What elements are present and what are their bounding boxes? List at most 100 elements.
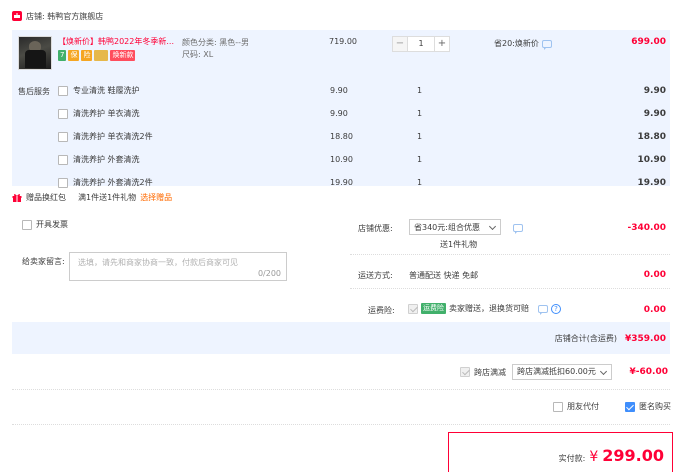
payment-amount: 299.00 [602,446,664,465]
after-sales-checkbox[interactable] [58,131,68,142]
gift-icon [12,193,22,202]
chevron-down-icon [599,367,608,376]
divider [350,288,670,289]
insurance-checkbox[interactable] [408,303,418,314]
gift-row: 赠品换红包 满1件送1件礼物 选择赠品 [12,192,172,203]
product-thumbnail[interactable] [18,36,52,70]
after-sales-price: 10.90 [330,155,353,164]
after-sales-price: 9.90 [330,109,348,118]
chevron-down-icon [488,222,497,231]
after-sales-option[interactable]: 清洗养护 单衣清洗2件 [58,131,153,142]
shop-discount-amount: -340.00 [627,223,666,233]
message-placeholder: 选填，请先和商家协商一致，付款后商家可见 [78,258,238,267]
guarantee-badge: 保 [68,50,80,61]
gift-text: 满1件送1件礼物 [78,193,137,202]
invoice-option[interactable]: 开具发票 [22,219,68,230]
cross-discount-checkbox[interactable] [460,367,470,377]
after-sales-option[interactable]: 清洗养护 单衣清洗 [58,108,140,119]
savings-text: 省20:焕新价 [494,38,552,50]
payment-box: 实付款: ¥ 299.00 [448,432,673,472]
after-sales-checkbox[interactable] [58,177,68,188]
cross-discount-label: 跨店满减 [474,367,506,377]
after-sales-name: 清洗养护 单衣清洗 [73,109,140,118]
after-sales-qty: 1 [417,132,423,141]
insurance-label: 运费险: [368,306,395,315]
anonymous-checkbox[interactable] [625,401,635,412]
after-sales-qty: 1 [417,109,423,118]
quantity-stepper: − 1 + [392,36,450,52]
after-sales-name: 清洗养护 单衣清洗2件 [73,132,153,141]
insurance-text: 卖家赠送，退换货可赔 [449,304,529,313]
decrease-button[interactable]: − [392,36,408,52]
after-sales-total: 19.90 [637,178,666,188]
chat-icon[interactable] [541,39,552,50]
product-title[interactable]: 【焕新价】韩鸭2022年冬季新... [58,36,178,47]
shipping-label: 运送方式: [358,271,393,280]
after-sales-option[interactable]: 专业清洗 鞋履洗护 [58,85,140,96]
message-label: 给卖家留言: [22,257,65,266]
increase-button[interactable]: + [434,36,450,52]
message-textarea[interactable]: 选填，请先和商家协商一致，付款后商家可见 0/200 [69,252,287,281]
after-sales-name: 清洗养护 外套清洗2件 [73,178,153,187]
insurance-badge: 运费险 [421,303,446,314]
gift-label: 赠品换红包 [26,193,66,202]
after-sales-total: 10.90 [637,155,666,165]
help-icon[interactable]: ? [551,303,561,314]
after-sales-qty: 1 [417,178,423,187]
shipping-amount: 0.00 [643,270,666,280]
after-sales-price: 19.90 [330,178,353,187]
cross-discount-value: 跨店满减抵扣60.00元 [517,367,596,376]
item-total: 699.00 [631,37,666,47]
after-sales-checkbox[interactable] [58,154,68,165]
shipping-method: 普通配送 快递 免邮 [409,271,479,280]
product-spec-size: 尺码: XL [182,50,214,59]
cross-discount-row: 跨店满减 跨店满减抵扣60.00元 [460,364,612,380]
savings-label: 省20:焕新价 [494,39,539,48]
after-sales-total: 18.80 [637,132,666,142]
promo-tag: 【焕新价】 [58,37,98,46]
divider [12,389,670,390]
cross-discount-select[interactable]: 跨店满减抵扣60.00元 [512,364,612,380]
after-sales-label: 售后服务 [18,87,50,96]
shop-header: 店铺: 韩鸭官方旗舰店 [12,8,103,24]
choose-gift-link[interactable]: 选择赠品 [140,192,172,203]
shop-total-label: 店铺合计(含运费) [554,334,617,343]
quantity-input[interactable]: 1 [408,36,434,52]
shop-name[interactable]: 店铺: 韩鸭官方旗舰店 [26,11,103,22]
cross-discount-amount: ¥-60.00 [629,367,668,377]
payment-row: 实付款: ¥ 299.00 [559,446,664,465]
after-sales-total: 9.90 [643,109,666,119]
after-sales-total: 9.90 [643,86,666,96]
invoice-checkbox[interactable] [22,219,32,230]
anonymous-option[interactable]: 匿名购买 [625,401,671,412]
product-panel: 【焕新价】韩鸭2022年冬季新... 7 保 险 焕新款 颜色分类: 黑色--男… [12,30,670,188]
shop-total-bar: 店铺合计(含运费) ¥359.00 [12,322,670,354]
after-sales-option[interactable]: 清洗养护 外套清洗 [58,154,140,165]
after-sales-checkbox[interactable] [58,108,68,119]
unit-price: 719.00 [329,37,357,46]
insurance-badge: 险 [81,50,93,61]
friend-pay-label: 朋友代付 [567,402,599,411]
chat-icon[interactable] [513,224,523,234]
product-badges: 7 保 险 焕新款 [58,50,136,61]
anonymous-label: 匿名购买 [639,402,671,411]
friend-pay-option[interactable]: 朋友代付 [553,401,599,412]
tmall-shop-icon [12,11,22,21]
after-sales-checkbox[interactable] [58,85,68,96]
after-sales-qty: 1 [417,86,423,95]
seven-day-return-badge: 7 [58,50,67,61]
chat-icon[interactable] [538,304,548,315]
shop-discount-select[interactable]: 省340元:组合优惠 [409,219,501,235]
divider [12,424,670,425]
after-sales-name: 专业清洗 鞋履洗护 [73,86,140,95]
shop-discount-label: 店铺优惠: [358,224,393,233]
message-counter: 0/200 [257,269,281,278]
shop-total-amount: ¥359.00 [625,334,666,344]
shop-total-row: 店铺合计(含运费) ¥359.00 [555,333,666,344]
after-sales-name: 清洗养护 外套清洗 [73,155,140,164]
friend-pay-checkbox[interactable] [553,401,563,412]
after-sales-option[interactable]: 清洗养护 外套清洗2件 [58,177,153,188]
card-icon [94,50,109,61]
order-summary-panel: 店铺优惠: 省340元:组合优惠 送1件礼物 -340.00 运送方式: 普通配… [350,212,670,322]
invoice-label: 开具发票 [36,220,68,229]
